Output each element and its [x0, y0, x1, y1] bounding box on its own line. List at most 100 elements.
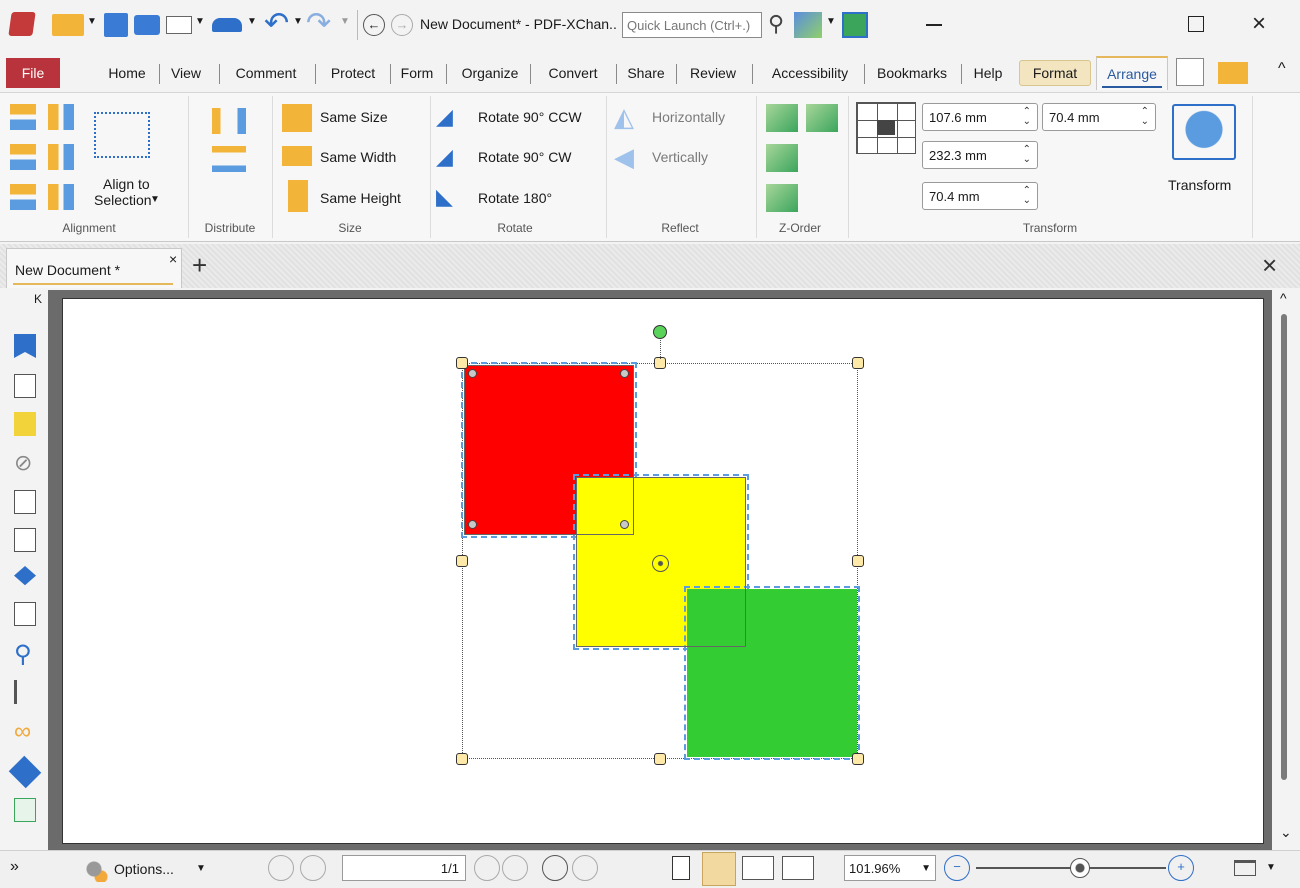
content-icon[interactable]	[14, 490, 36, 514]
spin-arrows-icon[interactable]: ⌃ ⌄	[1023, 145, 1031, 165]
chevron-down-icon[interactable]: ▼	[340, 16, 350, 27]
distribute-vertical-icon[interactable]	[212, 146, 246, 172]
chevron-down-icon[interactable]: ▼	[150, 194, 160, 205]
rotation-handle[interactable]	[653, 325, 667, 339]
menu-review[interactable]: Review	[680, 60, 746, 86]
layers-icon[interactable]	[14, 566, 36, 586]
redo-icon[interactable]: ↷	[306, 6, 331, 41]
menu-convert[interactable]: Convert	[533, 60, 613, 86]
distribute-horizontal-icon[interactable]	[212, 108, 246, 134]
chevron-down-icon[interactable]: ▼	[1266, 862, 1276, 873]
options-gear-icon[interactable]	[80, 856, 108, 882]
red-corner-handle[interactable]	[620, 369, 629, 378]
align-top-icon[interactable]	[48, 104, 74, 130]
horizontally-button[interactable]: Horizontally	[652, 109, 725, 125]
align-to-selection-icon[interactable]	[94, 112, 150, 158]
same-height-icon[interactable]	[288, 180, 308, 212]
save-icon[interactable]	[104, 13, 128, 37]
scroll-down-icon[interactable]: ⌄	[1280, 824, 1292, 841]
form-fields-icon[interactable]	[14, 602, 36, 626]
red-corner-handle[interactable]	[468, 520, 477, 529]
vertical-scrollbar[interactable]: ^ ⌄	[1272, 290, 1300, 850]
width-field[interactable]: 232.3 mm ⌃ ⌄	[922, 141, 1038, 169]
green-square[interactable]	[684, 586, 860, 760]
reflect-horizontal-icon[interactable]: ◭	[614, 102, 634, 133]
chevron-down-icon[interactable]: ▼	[293, 16, 303, 27]
continuous-page-icon[interactable]	[702, 852, 736, 886]
chevron-down-icon[interactable]: ▼	[195, 16, 205, 27]
menu-share[interactable]: Share	[620, 60, 672, 86]
same-size-icon[interactable]	[282, 104, 312, 132]
send-backward-icon[interactable]	[766, 184, 798, 212]
align-bottom-icon[interactable]	[48, 184, 74, 210]
close-all-tabs-icon[interactable]: ×	[1262, 250, 1277, 281]
back-view-icon[interactable]	[542, 855, 568, 881]
menu-format[interactable]: Format	[1019, 60, 1091, 86]
new-tab-button[interactable]: +	[192, 250, 207, 281]
transform-button[interactable]: Transform	[1168, 177, 1231, 193]
tags-icon[interactable]	[8, 755, 42, 789]
signatures-icon[interactable]	[14, 528, 36, 552]
rotate-cw-icon[interactable]: ◢	[436, 144, 453, 170]
links-icon[interactable]: ∞	[14, 718, 31, 746]
same-size-button[interactable]: Same Size	[320, 109, 388, 125]
minimize-icon[interactable]	[926, 24, 942, 26]
forward-icon[interactable]: →	[391, 14, 413, 36]
fullscreen-icon[interactable]	[842, 12, 868, 38]
email-icon[interactable]	[166, 16, 192, 34]
menu-form[interactable]: Form	[393, 60, 441, 86]
same-width-button[interactable]: Same Width	[320, 149, 396, 165]
resize-handle-top-right[interactable]	[852, 357, 864, 369]
red-corner-handle[interactable]	[468, 369, 477, 378]
forward-view-icon[interactable]	[572, 855, 598, 881]
same-height-button[interactable]: Same Height	[320, 190, 401, 206]
x-position-field[interactable]: 107.6 mm ⌃ ⌄	[922, 103, 1038, 131]
align-middle-icon[interactable]	[48, 144, 74, 170]
options-menu[interactable]: Options...	[114, 861, 174, 877]
facing-pages-icon[interactable]	[742, 856, 774, 880]
file-menu[interactable]: File	[6, 58, 60, 88]
resize-handle-top-left[interactable]	[456, 357, 468, 369]
attachments-icon[interactable]: ⊘	[14, 450, 32, 476]
zoom-in-icon[interactable]: +	[1168, 855, 1194, 881]
back-icon[interactable]: ←	[363, 14, 385, 36]
align-to-selection-label[interactable]: Align to	[103, 176, 150, 192]
rotation-center-icon[interactable]	[652, 555, 669, 572]
menu-comment[interactable]: Comment	[222, 60, 310, 86]
chevron-down-icon[interactable]: ▼	[921, 863, 931, 874]
articles-icon[interactable]	[14, 798, 36, 822]
previous-page-icon[interactable]	[300, 855, 326, 881]
bring-forward-icon[interactable]	[766, 144, 798, 172]
collapse-panel-icon[interactable]: K	[34, 292, 42, 306]
structure-icon[interactable]	[14, 680, 36, 704]
rotate-ccw-icon[interactable]: ◢	[436, 104, 453, 130]
first-page-icon[interactable]	[268, 855, 294, 881]
comments-icon[interactable]	[14, 412, 36, 436]
align-to-selection-label-2[interactable]: Selection	[94, 192, 152, 208]
single-page-icon[interactable]	[672, 856, 690, 880]
search-folder-icon[interactable]	[1218, 62, 1248, 84]
chevron-down-icon[interactable]: ▼	[196, 863, 206, 874]
transform-icon[interactable]	[1172, 104, 1236, 160]
scan-icon[interactable]	[212, 18, 242, 32]
chevron-down-icon[interactable]: ▼	[247, 16, 257, 27]
reflect-vertical-icon[interactable]: ◀	[614, 142, 634, 173]
spin-arrows-icon[interactable]: ⌃ ⌄	[1023, 107, 1031, 127]
bookmarks-icon[interactable]	[14, 334, 36, 358]
align-center-icon[interactable]	[10, 144, 36, 170]
chevron-down-icon[interactable]: ▼	[87, 16, 97, 27]
last-page-icon[interactable]	[502, 855, 528, 881]
spin-arrows-icon[interactable]: ⌃ ⌄	[1141, 107, 1149, 127]
continuous-facing-icon[interactable]	[782, 856, 814, 880]
spin-arrows-icon[interactable]: ⌃ ⌄	[1023, 186, 1031, 206]
send-to-back-icon[interactable]	[806, 104, 838, 132]
customize-icon[interactable]	[794, 12, 822, 38]
tab-close-icon[interactable]: ×	[169, 251, 177, 267]
zoom-select[interactable]: 101.96% ▼	[844, 855, 936, 881]
menu-protect[interactable]: Protect	[318, 60, 388, 86]
height-field[interactable]: 70.4 mm ⌃ ⌄	[922, 182, 1038, 210]
close-icon[interactable]: ×	[1252, 10, 1266, 38]
menu-bookmarks[interactable]: Bookmarks	[867, 60, 957, 86]
align-left-icon[interactable]	[10, 104, 36, 130]
undo-icon[interactable]: ↶	[264, 6, 289, 41]
